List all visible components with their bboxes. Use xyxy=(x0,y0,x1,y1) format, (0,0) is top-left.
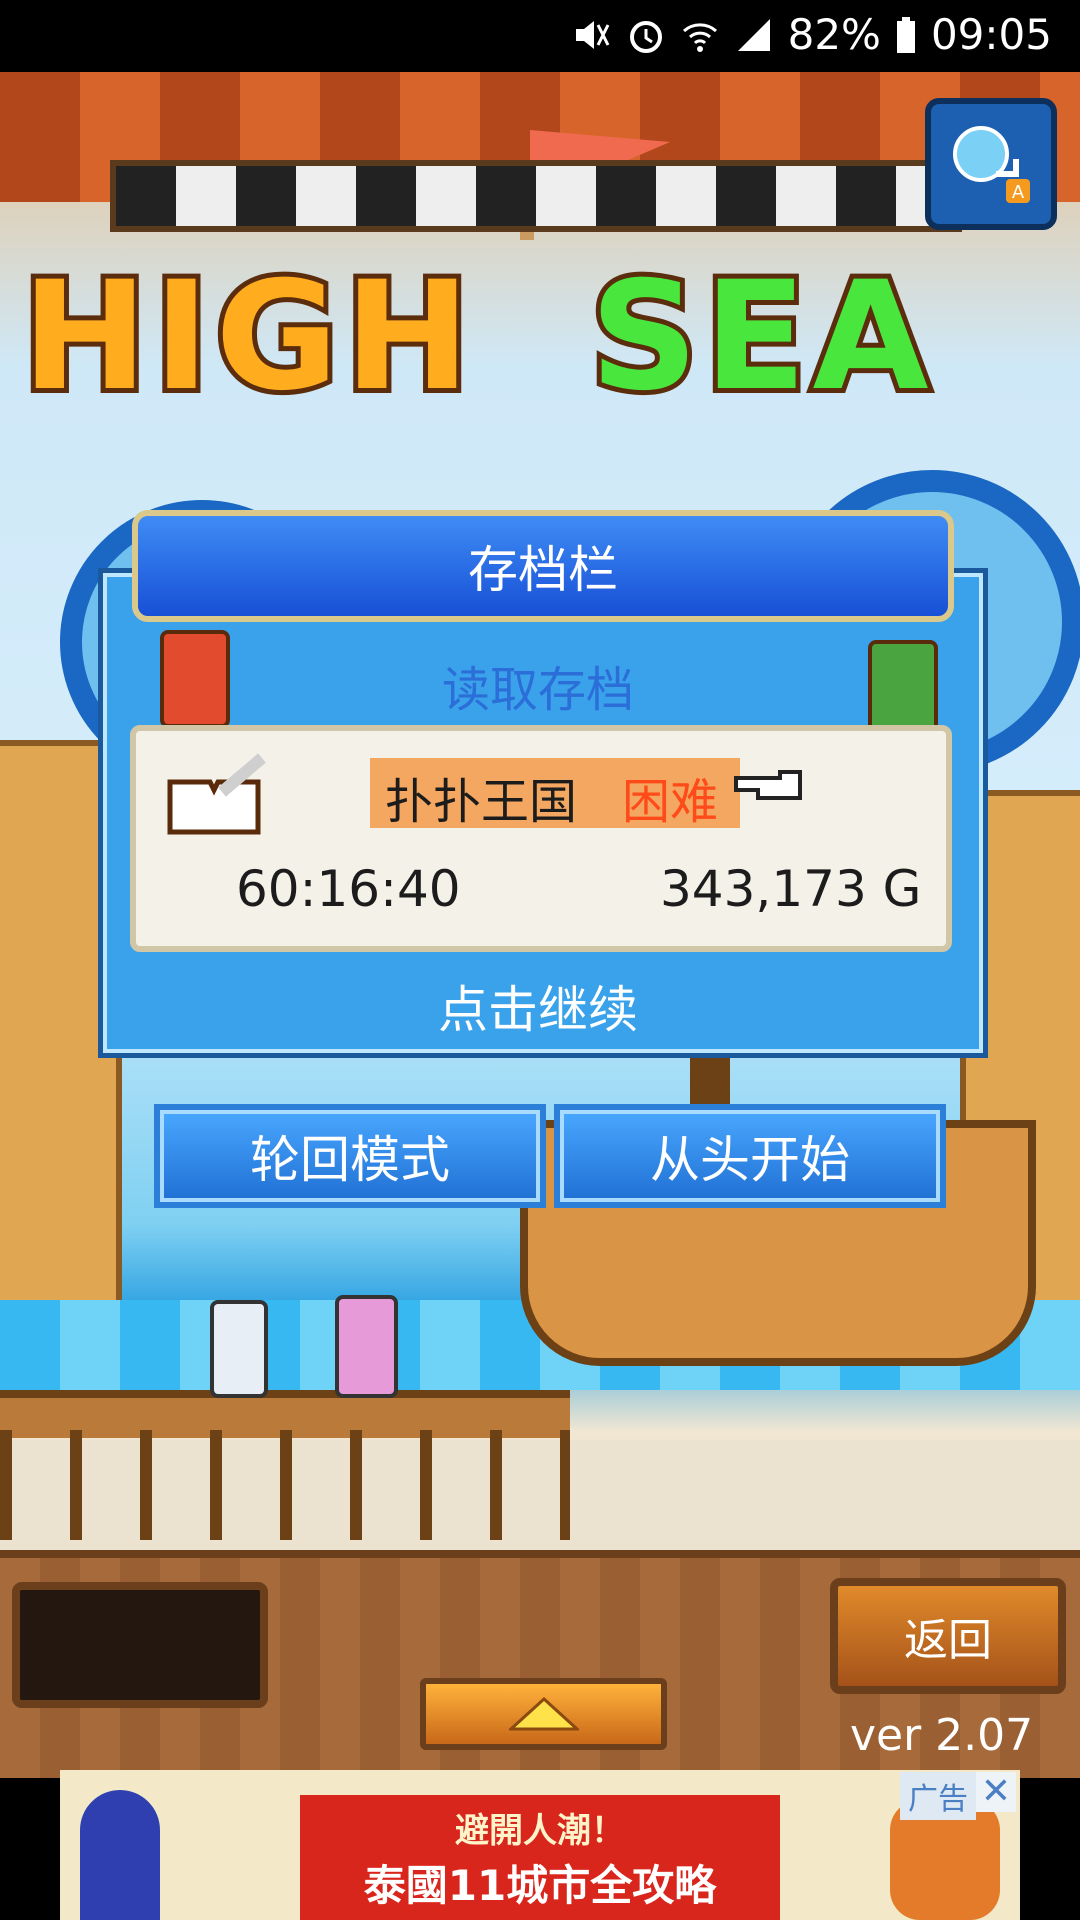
cycle-mode-button[interactable]: 轮回模式 xyxy=(154,1104,546,1208)
mute-icon xyxy=(575,20,609,49)
ad-text-banner[interactable]: 避開人潮！ 泰國11城市全攻略 xyxy=(300,1795,780,1920)
buddha-silhouette xyxy=(80,1790,160,1920)
play-time: 60:16:40 xyxy=(236,860,461,918)
pointing-hand-icon xyxy=(734,770,802,800)
scroll-up-button[interactable] xyxy=(420,1678,667,1750)
load-save-label: 读取存档 xyxy=(441,662,634,718)
sail-decoration xyxy=(110,160,962,232)
new-game-button[interactable]: 从头开始 xyxy=(554,1104,946,1208)
dialog-title: 存档栏 xyxy=(132,510,954,622)
back-button[interactable]: 返回 xyxy=(830,1578,1066,1694)
alarm-icon xyxy=(629,20,662,53)
ad-tagline: 泰國11城市全攻略 xyxy=(363,1860,717,1910)
battery-icon xyxy=(896,16,915,53)
ad-label: 广告 xyxy=(900,1772,976,1820)
book-quill-icon xyxy=(167,753,266,835)
signal-icon xyxy=(737,18,770,51)
globe-icon: A xyxy=(953,126,1030,203)
ad-headline: 避開人潮！ xyxy=(455,1810,625,1851)
dock-supports xyxy=(0,1430,570,1540)
up-arrow-icon xyxy=(508,1697,579,1731)
account-switch-icon[interactable]: A xyxy=(925,98,1057,230)
battery-percent: 82% xyxy=(787,10,881,59)
game-title-sea: SEA xyxy=(585,245,935,429)
version-label: ver 2.07 xyxy=(850,1710,1034,1761)
empty-panel xyxy=(12,1582,268,1708)
difficulty-label: 困难 xyxy=(622,774,719,830)
close-icon[interactable]: ✕ xyxy=(976,1772,1016,1812)
tap-to-continue[interactable]: 点击继续 xyxy=(98,970,978,1042)
character-sprite xyxy=(335,1295,398,1398)
svg-text:A: A xyxy=(1012,182,1025,203)
character-sprite xyxy=(210,1300,268,1398)
clock: 09:05 xyxy=(930,10,1052,59)
kingdom-name: 扑扑王国 xyxy=(385,774,578,830)
game-title-high: HIGH xyxy=(17,245,477,429)
gold-amount: 343,173 G xyxy=(660,860,922,918)
wifi-icon xyxy=(682,22,717,52)
status-bar: 82% 09:05 xyxy=(0,0,1080,72)
